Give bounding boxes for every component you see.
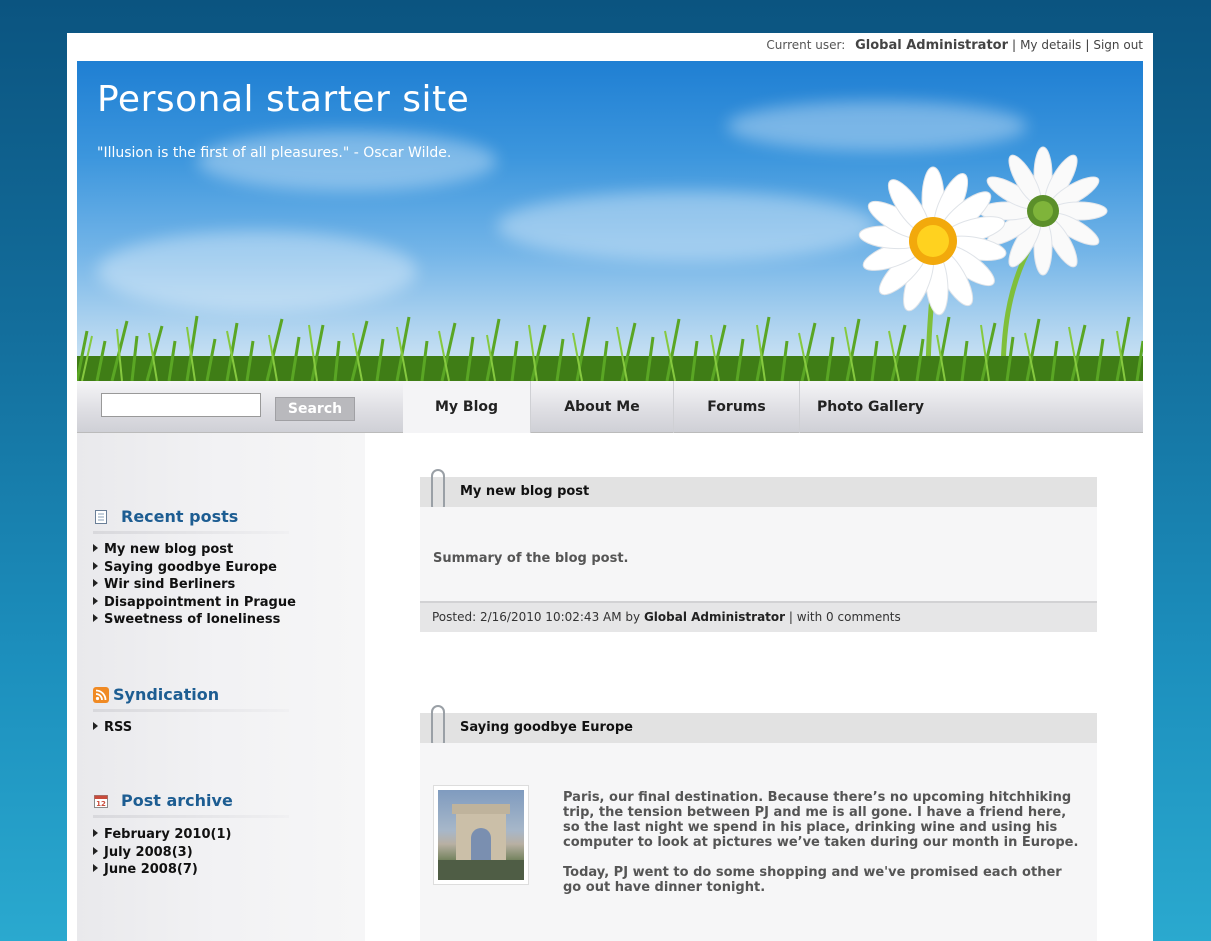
divider	[93, 531, 289, 534]
recent-posts-heading: Recent posts	[93, 507, 238, 526]
divider	[93, 709, 289, 712]
user-bar: Current user: Global Administrator | My de…	[766, 38, 1143, 53]
syndication-title: Syndication	[113, 685, 220, 704]
divider: |	[1012, 38, 1017, 52]
post-archive-heading: 12 Post archive	[93, 791, 233, 810]
post-summary: Summary of the blog post.	[433, 551, 629, 566]
recent-post-link[interactable]: Saying goodbye Europe	[93, 559, 296, 577]
document-icon	[95, 509, 107, 524]
divider	[93, 815, 289, 818]
cloud	[497, 191, 877, 261]
search-button[interactable]: Search	[275, 397, 355, 421]
arc-de-triomphe-image	[438, 790, 524, 880]
sign-out-link[interactable]: Sign out	[1093, 38, 1143, 52]
post-body: Summary of the blog post.	[420, 507, 1097, 601]
header-banner: Personal starter site "Illusion is the f…	[77, 61, 1143, 381]
arch-drawing	[438, 804, 524, 880]
post-comments-link[interactable]: | with 0 comments	[789, 610, 901, 624]
site-title[interactable]: Personal starter site	[97, 79, 469, 120]
syndication-list: RSS	[93, 719, 132, 737]
rss-icon	[93, 686, 109, 703]
post-date: Posted: 2/16/2010 10:02:43 AM by	[432, 610, 641, 624]
post-content: Paris, our final destination. Because th…	[563, 790, 1083, 910]
current-user-label: Current user:	[766, 38, 846, 52]
calendar-icon: 12	[94, 794, 108, 808]
recent-post-link[interactable]: Sweetness of loneliness	[93, 611, 296, 629]
page-container: Current user: Global Administrator | My de…	[67, 33, 1153, 941]
archive-month-link[interactable]: July 2008(3)	[93, 844, 231, 862]
post-archive-title: Post archive	[121, 791, 233, 810]
recent-posts-list: My new blog post Saying goodbye Europe W…	[93, 541, 296, 629]
post-paragraph: Today, PJ went to do some shopping and w…	[563, 865, 1062, 895]
tab-photo-gallery[interactable]: Photo Gallery	[800, 381, 941, 433]
post-paragraph: Paris, our final destination. Because th…	[563, 790, 1079, 850]
search-input[interactable]	[101, 393, 261, 417]
my-details-link[interactable]: My details	[1020, 38, 1081, 52]
post-footer: Posted: 2/16/2010 10:02:43 AM by Global …	[420, 601, 1097, 632]
sidebar: Recent posts My new blog post Saying goo…	[77, 433, 365, 941]
cloud	[197, 131, 497, 191]
archive-month-link[interactable]: February 2010(1)	[93, 826, 231, 844]
recent-post-link[interactable]: Wir sind Berliners	[93, 576, 296, 594]
site-quote: "Illusion is the first of all pleasures.…	[97, 145, 452, 161]
tab-forums[interactable]: Forums	[674, 381, 800, 433]
tab-about-me[interactable]: About Me	[531, 381, 674, 433]
recent-post-link[interactable]: My new blog post	[93, 541, 296, 559]
recent-post-link[interactable]: Disappointment in Prague	[93, 594, 296, 612]
grass-image	[77, 315, 1143, 381]
archive-month-link[interactable]: June 2008(7)	[93, 861, 231, 879]
post-title[interactable]: My new blog post	[420, 477, 1097, 507]
post-archive-list: February 2010(1) July 2008(3) June 2008(…	[93, 826, 231, 879]
post-thumbnail[interactable]	[433, 785, 529, 885]
post-title[interactable]: Saying goodbye Europe	[420, 713, 1097, 743]
rss-link[interactable]: RSS	[93, 719, 132, 737]
current-username: Global Administrator	[855, 38, 1009, 53]
divider: |	[1085, 38, 1090, 52]
cloud	[97, 231, 417, 311]
post-author-link[interactable]: Global Administrator	[644, 610, 785, 624]
recent-posts-title: Recent posts	[121, 507, 239, 526]
syndication-heading: Syndication	[93, 685, 219, 704]
tab-my-blog[interactable]: My Blog	[403, 381, 531, 433]
main-nav: Search My Blog About Me Forums Photo Gal…	[77, 381, 1143, 433]
calendar-day-text: 12	[96, 800, 106, 808]
